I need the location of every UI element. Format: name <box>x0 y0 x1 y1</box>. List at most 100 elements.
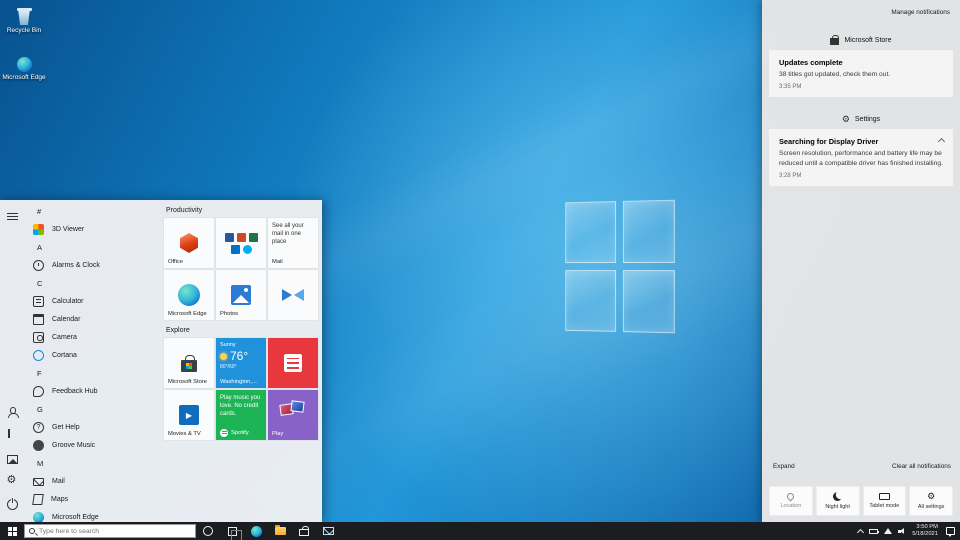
app-list-item-alarms-clock[interactable]: Alarms & Clock <box>24 256 156 274</box>
night-light-moon-icon <box>833 492 842 501</box>
app-list-item-calendar[interactable]: Calendar <box>24 310 156 328</box>
3d-viewer-icon <box>33 224 44 235</box>
tile-photos[interactable]: Photos <box>216 270 266 320</box>
tile-play[interactable]: Play <box>268 390 318 440</box>
app-list-item-get-help[interactable]: ?Get Help <box>24 418 156 436</box>
edge-icon <box>251 526 262 537</box>
app-list-item-cortana[interactable]: Cortana <box>24 346 156 364</box>
notification-card-settings[interactable]: Searching for Display Driver Screen reso… <box>769 129 953 186</box>
documents-icon <box>8 429 10 438</box>
app-list-letter-header[interactable]: C <box>24 274 156 292</box>
quick-action-all-settings[interactable]: All settings <box>909 486 953 516</box>
taskbar-store-button[interactable] <box>292 522 316 540</box>
tile-group-title-explore[interactable]: Explore <box>166 327 318 334</box>
battery-icon[interactable] <box>869 529 878 534</box>
office-hexagon-icon <box>179 233 199 253</box>
spotify-icon <box>220 429 228 437</box>
quick-action-tablet-mode[interactable]: Tablet mode <box>863 486 907 516</box>
app-list-item-feedback-hub[interactable]: Feedback Hub <box>24 382 156 400</box>
start-menu: # 3D Viewer A Alarms & Clock C Calculato… <box>0 200 322 522</box>
mail-envelope-icon <box>323 527 334 535</box>
app-list-letter-header[interactable]: F <box>24 364 156 382</box>
tile-movies-tv[interactable]: Movies & TV <box>164 390 214 440</box>
app-list-item-maps[interactable]: Maps <box>24 490 156 508</box>
notification-group-app-name: Settings <box>855 116 880 123</box>
taskbar-clock[interactable]: 3:50 PM 5/18/2021 <box>912 524 938 538</box>
expand-link[interactable]: Expand <box>773 463 795 470</box>
chevron-up-icon[interactable] <box>857 528 864 535</box>
notification-group-header-store[interactable]: Microsoft Store <box>769 32 953 48</box>
desktop-icon-microsoft-edge[interactable]: Microsoft Edge <box>1 57 47 81</box>
task-view-icon <box>228 527 237 536</box>
clock-icon <box>33 260 44 271</box>
calculator-icon <box>33 296 44 307</box>
tile-office[interactable]: Office <box>164 218 214 268</box>
taskbar-task-view-button[interactable] <box>220 522 244 540</box>
tile-mail[interactable]: See all your mail in one place Mail <box>268 218 318 268</box>
tray-date: 5/18/2021 <box>912 531 938 538</box>
app-list-item-microsoft-edge[interactable]: Microsoft Edge <box>24 508 156 522</box>
music-icon <box>33 440 44 451</box>
notification-time: 3:28 PM <box>779 173 943 179</box>
quick-action-location[interactable]: Location <box>769 486 813 516</box>
app-list-letter-header[interactable]: A <box>24 238 156 256</box>
recycle-bin-icon <box>17 8 32 25</box>
quick-action-night-light[interactable]: Night light <box>816 486 860 516</box>
desktop-icon-label: Recycle Bin <box>7 27 41 34</box>
start-menu-documents-button[interactable] <box>0 424 24 447</box>
notification-card-store[interactable]: Updates complete 38 titles got updated, … <box>769 50 953 97</box>
tile-microsoft-store[interactable]: Microsoft Store <box>164 338 214 388</box>
start-menu-tiles: Productivity Office See all your mail in… <box>156 200 322 522</box>
store-bag-icon <box>181 360 197 372</box>
app-list-item-mail[interactable]: Mail <box>24 472 156 490</box>
tile-ribbon-app[interactable] <box>268 270 318 320</box>
start-menu-user-button[interactable] <box>0 401 24 424</box>
location-pin-icon <box>786 492 796 502</box>
app-list-letter-header[interactable]: # <box>24 202 156 220</box>
network-icon[interactable] <box>884 528 892 534</box>
weather-sun-icon <box>220 353 227 360</box>
movies-play-icon <box>179 405 199 425</box>
excel-icon <box>249 233 258 242</box>
start-menu-power-button[interactable] <box>0 493 24 516</box>
desktop-icon-recycle-bin[interactable]: Recycle Bin <box>1 8 47 34</box>
app-list-item-calculator[interactable]: Calculator <box>24 292 156 310</box>
tile-group-title-productivity[interactable]: Productivity <box>166 207 318 214</box>
gear-icon <box>842 115 850 124</box>
taskbar-cortana-button[interactable] <box>196 522 220 540</box>
camera-icon <box>33 332 44 343</box>
power-icon <box>7 499 18 510</box>
tile-weather[interactable]: Sunny 76° 80°/60° Washington,... <box>216 338 266 388</box>
tile-news[interactable] <box>268 338 318 388</box>
taskbar-search-box[interactable] <box>24 524 196 538</box>
start-menu-pictures-button[interactable] <box>0 447 24 470</box>
start-menu-expand-button[interactable] <box>0 205 24 228</box>
notification-group-header-settings[interactable]: Settings <box>769 111 953 127</box>
app-list-letter-header[interactable]: M <box>24 454 156 472</box>
app-list-letter-header[interactable]: G <box>24 400 156 418</box>
app-list-item-groove-music[interactable]: Groove Music <box>24 436 156 454</box>
tile-office-apps[interactable] <box>216 218 266 268</box>
action-center-panel: Manage notifications Microsoft Store Upd… <box>762 0 960 522</box>
volume-icon[interactable] <box>898 527 906 535</box>
store-bag-icon <box>830 38 839 45</box>
taskbar-edge-button[interactable] <box>244 522 268 540</box>
store-bag-icon <box>299 529 309 537</box>
feedback-icon <box>33 386 44 397</box>
app-list-item-3d-viewer[interactable]: 3D Viewer <box>24 220 156 238</box>
tile-spotify[interactable]: Play music you love. No credit cards. Sp… <box>216 390 266 440</box>
manage-notifications-link[interactable]: Manage notifications <box>891 9 950 16</box>
clear-all-notifications-link[interactable]: Clear all notifications <box>892 463 951 470</box>
taskbar-mail-button[interactable] <box>316 522 340 540</box>
tile-microsoft-edge[interactable]: Microsoft Edge <box>164 270 214 320</box>
start-button[interactable] <box>0 522 24 540</box>
notification-center-icon[interactable] <box>946 527 955 535</box>
gear-icon <box>927 492 935 501</box>
windows-logo-pane <box>622 270 674 333</box>
weather-condition: Sunny <box>220 342 236 348</box>
taskbar-file-explorer-button[interactable] <box>268 522 292 540</box>
start-menu-settings-button[interactable] <box>0 470 24 493</box>
app-list-item-camera[interactable]: Camera <box>24 328 156 346</box>
cortana-icon <box>33 350 44 361</box>
search-input[interactable] <box>39 528 191 535</box>
